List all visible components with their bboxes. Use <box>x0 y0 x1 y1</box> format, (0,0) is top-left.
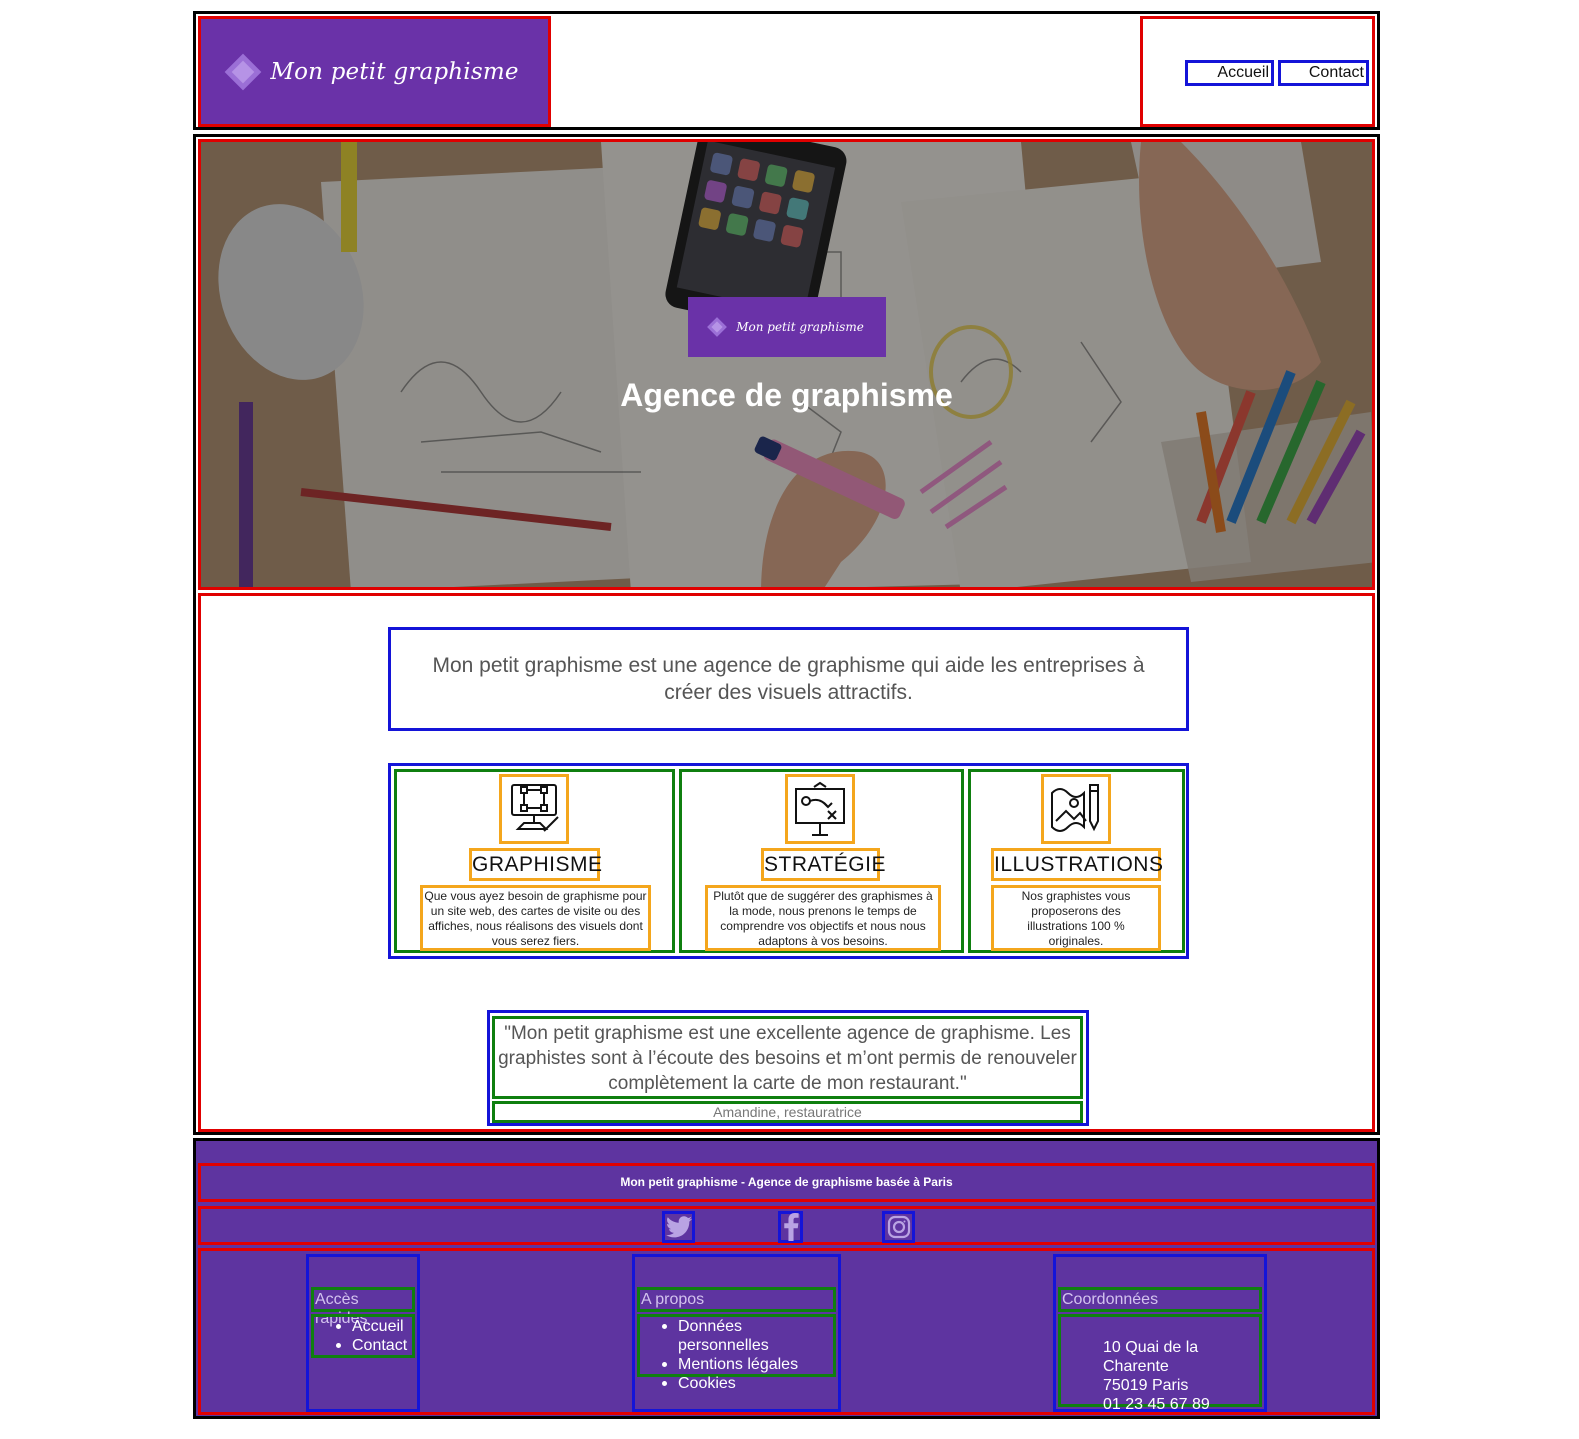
footer-tagline: Mon petit graphisme - Agence de graphism… <box>198 1163 1375 1202</box>
testimonial-quote: "Mon petit graphisme est une excellente … <box>492 1016 1083 1099</box>
instagram-icon[interactable] <box>882 1211 915 1243</box>
footer-col-title: Accès rapides <box>311 1287 415 1327</box>
quick-access-list: Accueil Contact <box>311 1314 415 1358</box>
illustration-map-icon <box>1041 774 1111 844</box>
testimonial-author: Amandine, restauratrice <box>492 1101 1083 1123</box>
about-list: Données personnelles Mentions légales Co… <box>637 1314 836 1392</box>
footer-link-personal-data[interactable]: Données personnelles <box>640 1317 833 1355</box>
service-description: Plutôt que de suggérer des graphismes à … <box>705 885 941 951</box>
diamond-logo-icon <box>707 317 728 337</box>
main-nav: Accueil Contact <box>1140 16 1375 127</box>
address-city: 75019 Paris <box>1103 1377 1189 1394</box>
strategy-board-icon <box>785 774 855 844</box>
intro-text: Mon petit graphisme est une agence de gr… <box>388 627 1189 731</box>
main-content: Mon petit graphisme Agence de graphisme … <box>193 134 1380 1135</box>
hero-title: Agence de graphisme <box>620 377 953 413</box>
computer-design-icon <box>499 774 569 844</box>
service-title: STRATÉGIE <box>761 848 885 881</box>
services-row: GRAPHISME Que vous ayez besoin de graphi… <box>388 763 1189 959</box>
footer-link-contact[interactable]: Contact <box>314 1336 412 1355</box>
site-footer: Mon petit graphisme - Agence de graphism… <box>193 1138 1380 1419</box>
site-header: Mon petit graphisme Accueil Contact <box>193 11 1380 130</box>
content-section: Mon petit graphisme est une agence de gr… <box>198 593 1375 1132</box>
service-card-strategie: STRATÉGIE Plutôt que de suggérer des gra… <box>679 769 964 953</box>
hero-badge-text: Mon petit graphisme <box>736 320 864 334</box>
hero-banner: Mon petit graphisme Agence de graphisme <box>198 139 1375 590</box>
footer-col-contact: Coordonnées 10 Quai de la Charente 75019… <box>1053 1254 1267 1413</box>
address-street: 10 Quai de la Charente <box>1103 1339 1199 1375</box>
social-links <box>198 1206 1375 1245</box>
service-card-illustrations: ILLUSTRATIONS Nos graphistes vous propos… <box>968 769 1185 953</box>
twitter-icon[interactable] <box>662 1211 695 1243</box>
nav-link-home[interactable]: Accueil <box>1185 60 1274 86</box>
logo-inner: Mon petit graphisme <box>224 53 519 90</box>
hero-background-image <box>201 142 1372 587</box>
service-title: GRAPHISME <box>469 848 602 881</box>
footer-columns: Accès rapides Accueil Contact A propos D… <box>198 1248 1375 1415</box>
service-description: Nos graphistes vous proposerons des illu… <box>991 885 1161 951</box>
footer-col-title: A propos <box>637 1287 836 1312</box>
diamond-logo-icon <box>224 53 262 90</box>
footer-col-quick-access: Accès rapides Accueil Contact <box>306 1254 420 1412</box>
phone-number: 01 23 45 67 89 <box>1103 1396 1210 1413</box>
facebook-icon[interactable] <box>778 1211 803 1243</box>
hero-logo-badge: Mon petit graphisme <box>688 297 886 357</box>
logo[interactable]: Mon petit graphisme <box>198 16 551 127</box>
nav-link-contact[interactable]: Contact <box>1278 60 1369 86</box>
testimonial: "Mon petit graphisme est une excellente … <box>487 1010 1089 1126</box>
footer-col-title: Coordonnées <box>1058 1287 1262 1312</box>
service-description: Que vous ayez besoin de graphisme pour u… <box>420 885 651 951</box>
service-card-graphisme: GRAPHISME Que vous ayez besoin de graphi… <box>394 769 675 953</box>
logo-text: Mon petit graphisme <box>270 58 519 85</box>
contact-address: 10 Quai de la Charente 75019 Paris 01 23… <box>1058 1314 1262 1413</box>
footer-link-home[interactable]: Accueil <box>314 1317 412 1336</box>
footer-link-legal-notice[interactable]: Mentions légales <box>640 1355 833 1374</box>
service-title: ILLUSTRATIONS <box>991 848 1163 881</box>
footer-link-cookies[interactable]: Cookies <box>640 1374 833 1393</box>
footer-col-about: A propos Données personnelles Mentions l… <box>632 1254 841 1412</box>
